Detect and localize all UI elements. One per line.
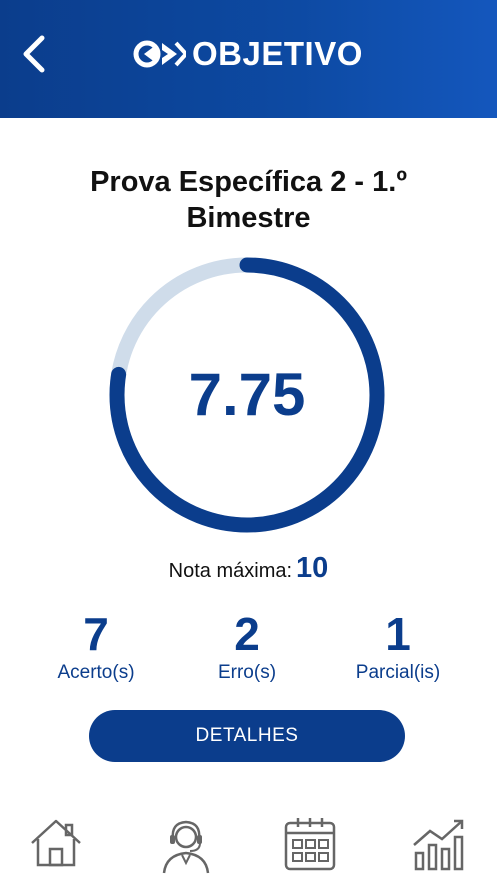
grade-value: 7.75 — [188, 361, 306, 428]
stat-wrong-label: Erro(s) — [217, 662, 277, 683]
stat-partial: 1 Parcial(is) — [323, 608, 473, 684]
home-icon — [31, 819, 81, 867]
objetivo-logo-icon — [133, 40, 186, 68]
exam-title: Prova Específica 2 - 1.º Bimestre — [0, 164, 497, 236]
nav-support[interactable] — [152, 815, 220, 875]
support-agent-icon — [162, 820, 210, 874]
nav-performance[interactable] — [405, 815, 473, 875]
stat-correct-label: Acerto(s) — [57, 662, 135, 683]
exam-title-line1: Prova Específica 2 - 1.º — [90, 166, 407, 198]
logo-text: OBJETIVO — [192, 35, 363, 72]
stat-correct: 7 Acerto(s) — [21, 608, 171, 684]
nav-home[interactable] — [22, 815, 90, 875]
stat-wrong-value: 2 — [234, 608, 260, 660]
max-grade-value: 10 — [296, 552, 329, 584]
stat-partial-value: 1 — [385, 608, 411, 660]
stat-partial-label: Parcial(is) — [355, 662, 441, 683]
exam-title-line2: Bimestre — [186, 202, 311, 234]
chevron-left-icon — [23, 35, 45, 73]
chart-icon — [413, 819, 464, 871]
logo: OBJETIVO — [132, 30, 363, 78]
calendar-icon — [284, 818, 336, 871]
back-button[interactable] — [18, 34, 52, 74]
stat-correct-value: 7 — [83, 608, 109, 660]
details-button[interactable]: DETALHES — [89, 710, 405, 762]
max-grade: Nota máxima: 10 — [0, 552, 497, 585]
nav-calendar[interactable] — [276, 815, 344, 875]
max-grade-label: Nota máxima: — [168, 560, 293, 582]
app-header: OBJETIVO — [0, 0, 497, 118]
stat-wrong: 2 Erro(s) — [172, 608, 322, 684]
